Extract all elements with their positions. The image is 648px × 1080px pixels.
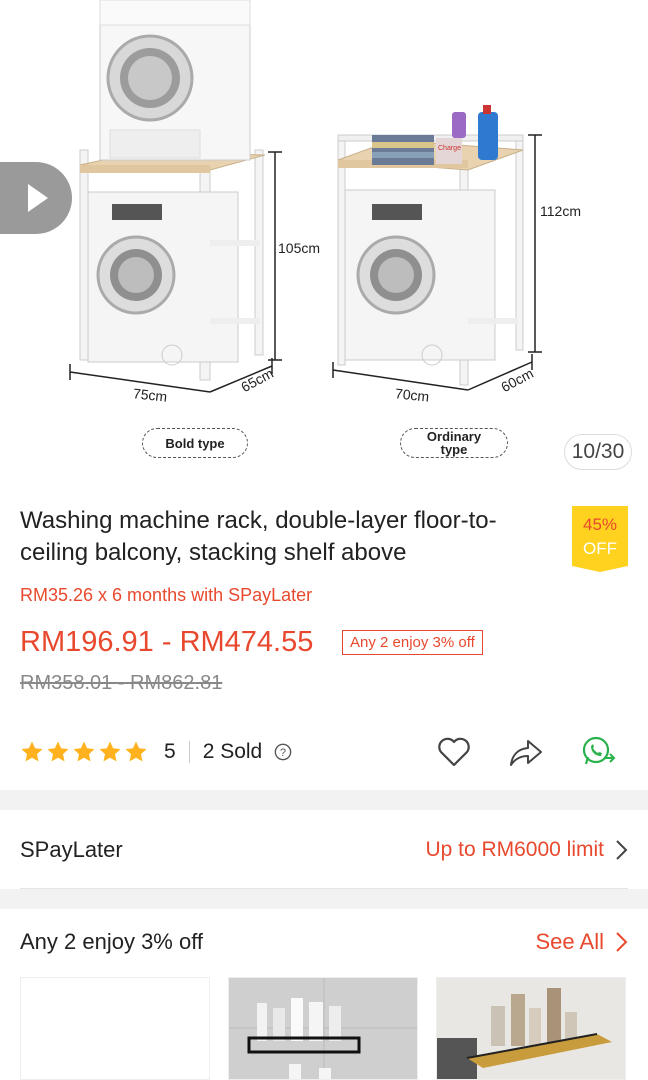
discount-badge: 45% OFF bbox=[572, 506, 628, 572]
heart-icon[interactable] bbox=[436, 734, 472, 770]
rating-row: 5 2 Sold ? bbox=[20, 734, 628, 770]
product-page: Charge 105cm 75cm 65cm 112cm 70cm 60cm B… bbox=[0, 0, 648, 1080]
bundle-product-thumb[interactable] bbox=[436, 977, 626, 1080]
dimension-label: 70cm bbox=[394, 385, 430, 405]
price-range: RM196.91 - RM474.55 bbox=[20, 626, 314, 658]
star-icon bbox=[125, 741, 147, 762]
sold-count: 2 Sold bbox=[202, 740, 263, 763]
image-counter: 10/30 bbox=[564, 434, 632, 470]
bundle-product-thumb[interactable] bbox=[228, 977, 418, 1080]
play-icon bbox=[28, 184, 48, 212]
spaylater-label: SPayLater bbox=[20, 837, 123, 862]
bathroom-shelf-image bbox=[229, 978, 417, 1079]
star-icon bbox=[99, 741, 121, 762]
spaylater-limit: Up to RM6000 limit bbox=[425, 838, 628, 862]
product-image: Charge bbox=[69, 0, 542, 393]
chevron-right-icon bbox=[616, 840, 628, 860]
promo-tag[interactable]: Any 2 enjoy 3% off bbox=[342, 630, 483, 655]
chevron-right-icon bbox=[616, 932, 628, 952]
product-title: Washing machine rack, double-layer floor… bbox=[20, 507, 497, 566]
installment-text[interactable]: RM35.26 x 6 months with SPayLater bbox=[20, 585, 312, 606]
star-icon bbox=[47, 741, 69, 762]
dimension-label: 105cm bbox=[278, 240, 321, 256]
section-divider bbox=[0, 790, 648, 810]
see-all-link[interactable]: See All bbox=[536, 929, 629, 955]
share-icon[interactable] bbox=[508, 734, 544, 770]
see-all-text: See All bbox=[535, 929, 605, 954]
separator bbox=[188, 741, 190, 763]
bundle-deal-label: Any 2 enjoy 3% off bbox=[20, 929, 204, 954]
spaylater-row[interactable]: SPayLater Up to RM6000 limit bbox=[0, 830, 648, 870]
box-label: Charge bbox=[438, 145, 461, 152]
dimension-label: 75cm bbox=[132, 385, 168, 405]
discount-percent: 45% bbox=[582, 515, 618, 534]
bundle-deal-row: Any 2 enjoy 3% off See All bbox=[0, 922, 648, 962]
svg-text:?: ? bbox=[280, 747, 286, 759]
original-price: RM358.01 - RM862.81 bbox=[20, 672, 223, 694]
help-icon[interactable]: ? bbox=[274, 743, 292, 761]
bundle-product-thumb[interactable] bbox=[20, 977, 210, 1080]
whatsapp-icon[interactable] bbox=[580, 734, 616, 770]
spaylater-limit-text: Up to RM6000 limit bbox=[425, 838, 604, 861]
star-icon bbox=[73, 741, 95, 762]
rating-value: 5 bbox=[164, 740, 176, 763]
play-video-button[interactable] bbox=[0, 162, 72, 234]
gold-shelf-image bbox=[437, 978, 625, 1079]
bold-type-label: Bold type bbox=[142, 428, 248, 458]
ordinary-type-label: Ordinary type bbox=[400, 428, 508, 458]
product-image-carousel[interactable]: Charge 105cm 75cm 65cm 112cm 70cm 60cm B… bbox=[0, 0, 648, 480]
section-divider bbox=[0, 889, 648, 909]
bundle-products bbox=[20, 977, 628, 1080]
ordinary-rack-illustration: Charge bbox=[332, 105, 542, 391]
action-icons bbox=[436, 734, 616, 770]
star-icon bbox=[21, 741, 43, 762]
bold-rack-illustration bbox=[69, 0, 282, 393]
dimension-label: 112cm bbox=[540, 203, 581, 219]
discount-off: OFF bbox=[583, 539, 617, 558]
rating-stars[interactable] bbox=[20, 740, 148, 764]
